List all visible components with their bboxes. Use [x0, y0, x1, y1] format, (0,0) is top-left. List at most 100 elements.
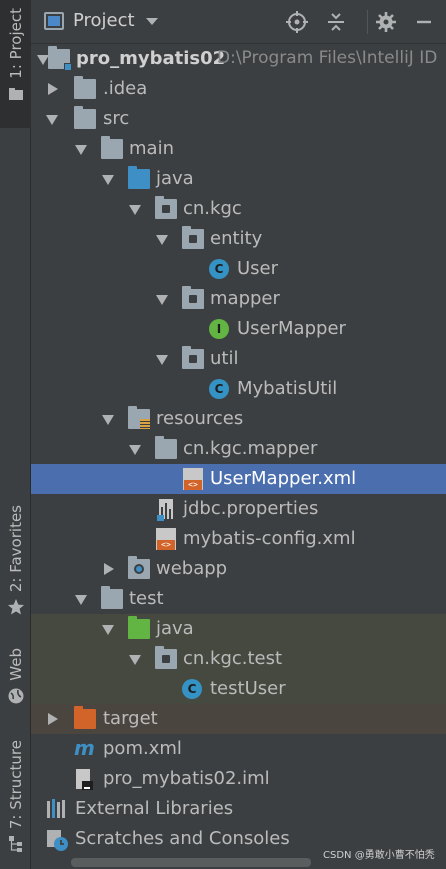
chevron-down-icon[interactable] [156, 233, 168, 245]
source-folder-icon [128, 166, 150, 189]
tree-item-label: entity [210, 228, 263, 249]
tree-item-label: java [156, 168, 194, 189]
tree-item-label: cn.kgc.test [183, 648, 283, 669]
tree-item-label: pom.xml [103, 738, 182, 759]
chevron-down-icon[interactable] [129, 203, 141, 215]
tree-item-webapp[interactable]: webapp [31, 554, 446, 584]
tree-item-label: User [237, 258, 279, 279]
tree-item-java[interactable]: java [31, 164, 446, 194]
maven-icon: m [74, 736, 95, 760]
chevron-down-icon[interactable] [129, 443, 141, 455]
folder-icon [155, 436, 177, 459]
chevron-right-icon[interactable] [46, 713, 58, 725]
folder-icon [74, 76, 96, 99]
tree-item-label: main [129, 138, 174, 159]
tree-item-test[interactable]: test [31, 584, 446, 614]
chevron-down-icon[interactable] [75, 143, 87, 155]
tree-item-entity[interactable]: entity [31, 224, 446, 254]
tree-item-cn-kgc-mapper[interactable]: cn.kgc.mapper [31, 434, 446, 464]
tree-item-label: MybatisUtil [237, 378, 338, 399]
tree-item-pom-xml[interactable]: m pom.xml [31, 734, 446, 764]
project-panel-header: Project [31, 0, 446, 44]
tree-item-user[interactable]: C User [31, 254, 446, 284]
tree-item-idea[interactable]: .idea [31, 74, 446, 104]
package-icon [155, 196, 177, 219]
tree-item-jdbc-properties[interactable]: jdbc.properties [31, 494, 446, 524]
tree-item-mapper[interactable]: mapper [31, 284, 446, 314]
chevron-down-icon[interactable] [102, 173, 114, 185]
tree-item-label: pro_mybatis02.iml [103, 768, 270, 789]
tree-item-testuser[interactable]: C testUser [31, 674, 446, 704]
tree-item-label: .idea [103, 78, 148, 99]
tab-favorites[interactable]: 2: Favorites [0, 505, 31, 616]
tree-item-label: UserMapper [237, 318, 346, 339]
tree-item-mybatisutil[interactable]: C MybatisUtil [31, 374, 446, 404]
tree-item-test-java[interactable]: java [31, 614, 446, 644]
chevron-right-icon[interactable] [46, 83, 58, 95]
tree-item-label: src [103, 108, 130, 129]
tree-item-cn-kgc-test[interactable]: cn.kgc.test [31, 644, 446, 674]
gear-icon[interactable] [375, 11, 397, 33]
tree-item-label: test [129, 588, 164, 609]
tab-structure-label: 7: Structure [6, 740, 25, 830]
tree-item-src[interactable]: src [31, 104, 446, 134]
test-folder-icon [128, 616, 150, 639]
tab-web[interactable]: Web [0, 648, 31, 705]
tree-item-label: jdbc.properties [183, 498, 319, 519]
tree-item-label: cn.kgc [183, 198, 242, 219]
tree-item-mybatis-config-xml[interactable]: mybatis-config.xml [31, 524, 446, 554]
chevron-down-icon[interactable] [146, 18, 158, 25]
folder-icon [101, 136, 123, 159]
star-icon [7, 598, 25, 616]
test-class-icon: C [182, 679, 202, 699]
scratches-icon [46, 829, 68, 851]
folder-icon [74, 106, 96, 129]
chevron-down-icon[interactable] [129, 653, 141, 665]
tree-item-util[interactable]: util [31, 344, 446, 374]
tree-item-resources[interactable]: resources [31, 404, 446, 434]
tree-item-pro-mybatis02[interactable]: pro_mybatis02 D:\Program Files\IntelliJ … [31, 44, 446, 74]
watermark-text: CSDN @勇敢小曹不怕秃 [323, 850, 435, 861]
iml-file-icon [76, 769, 98, 790]
tree-item-target[interactable]: target [31, 704, 446, 734]
properties-file-icon [157, 499, 179, 521]
xml-file-icon [183, 468, 203, 490]
tab-project[interactable]: 1: Project [0, 8, 31, 103]
chevron-down-icon[interactable] [102, 413, 114, 425]
project-panel: Project pro_mybatis02 D:\Program Files\I… [31, 0, 446, 869]
tree-item-cn-kgc[interactable]: cn.kgc [31, 194, 446, 224]
folder-icon [101, 586, 123, 609]
chevron-down-icon[interactable] [102, 623, 114, 635]
tree-item-usermapper[interactable]: I UserMapper [31, 314, 446, 344]
tab-web-label: Web [6, 648, 25, 681]
tab-favorites-label: 2: Favorites [6, 505, 25, 593]
package-icon [182, 226, 204, 249]
tree-item-label: webapp [156, 558, 228, 579]
tree-item-label: util [210, 348, 239, 369]
tab-structure[interactable]: 7: Structure [0, 740, 31, 853]
collapse-all-icon[interactable] [325, 11, 347, 33]
tree-item-iml[interactable]: pro_mybatis02.iml [31, 764, 446, 794]
chevron-down-icon[interactable] [156, 353, 168, 365]
tree-item-label: cn.kgc.mapper [183, 438, 318, 459]
interface-icon: I [209, 319, 229, 339]
horizontal-scrollbar[interactable] [71, 858, 311, 867]
tree-item-label: java [156, 618, 194, 639]
tree-item-usermapper-xml[interactable]: UserMapper.xml [31, 464, 446, 494]
hide-panel-icon[interactable] [413, 11, 435, 33]
package-icon [182, 286, 204, 309]
tree-item-main[interactable]: main [31, 134, 446, 164]
chevron-right-icon[interactable] [102, 563, 114, 575]
chevron-down-icon[interactable] [75, 593, 87, 605]
tree-item-label: resources [156, 408, 244, 429]
tree-item-label: pro_mybatis02 [76, 48, 226, 69]
chevron-down-icon[interactable] [46, 113, 58, 125]
tree-item-label: UserMapper.xml [210, 468, 357, 489]
class-icon: C [209, 379, 229, 399]
structure-icon [7, 835, 25, 853]
chevron-down-icon[interactable] [156, 293, 168, 305]
locate-icon[interactable] [286, 11, 308, 33]
tree-item-external-libraries[interactable]: External Libraries [31, 794, 446, 824]
project-view-selector[interactable]: Project [73, 10, 135, 31]
class-icon: C [209, 259, 229, 279]
